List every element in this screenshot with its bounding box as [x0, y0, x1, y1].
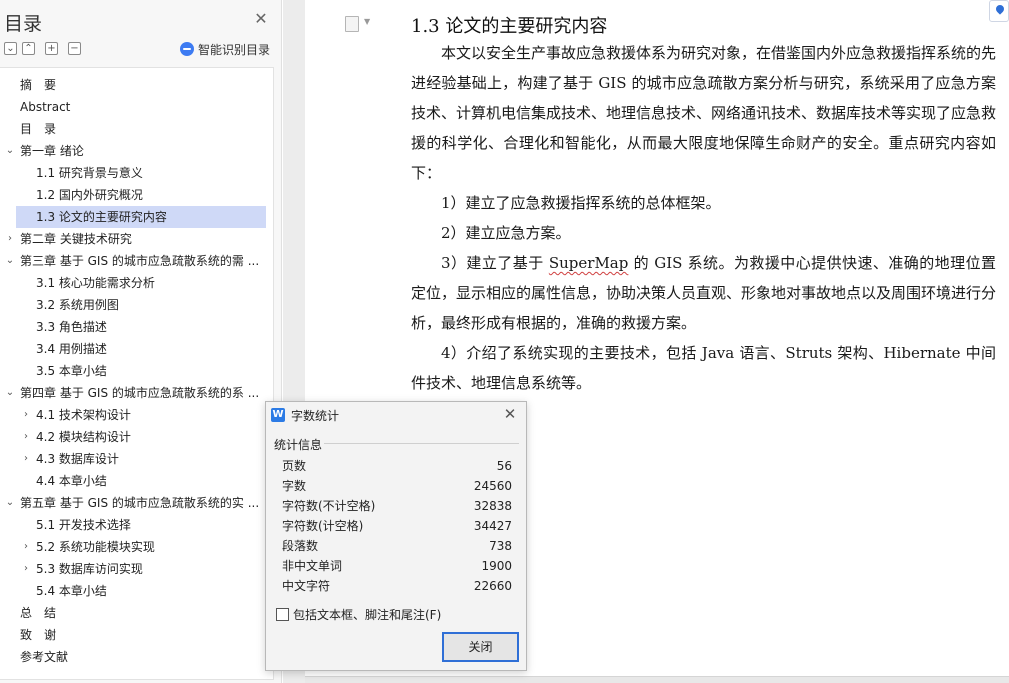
stat-label: 页数 — [282, 459, 307, 473]
outline-item[interactable]: 3.2 系统用例图 — [16, 294, 266, 316]
outline-item[interactable]: 4.4 本章小结 — [16, 470, 266, 492]
outline-item[interactable]: 5.4 本章小结 — [16, 580, 266, 602]
expand-all-icon[interactable]: ⌃ — [22, 42, 35, 55]
outline-item[interactable]: 5.2 系统功能模块实现 — [16, 536, 266, 558]
wps-app-icon: W — [271, 408, 285, 422]
outline-item[interactable]: 致 谢 — [16, 624, 266, 646]
outline-item[interactable]: 摘 要 — [16, 74, 266, 96]
smart-toc-button[interactable]: 智能识别目录 — [180, 40, 270, 58]
outline-item[interactable]: 1.1 研究背景与意义 — [16, 162, 266, 184]
close-icon[interactable]: ✕ — [253, 11, 269, 27]
page-icon[interactable] — [345, 16, 359, 32]
outline-item[interactable]: 4.1 技术架构设计 — [16, 404, 266, 426]
chevron-down-icon[interactable]: ⌄ — [5, 140, 15, 162]
add-heading-icon[interactable]: + — [45, 42, 58, 55]
remove-heading-icon[interactable]: − — [68, 42, 81, 55]
outline-item[interactable]: 3.4 用例描述 — [16, 338, 266, 360]
collapse-all-icon[interactable]: ⌄ — [4, 42, 17, 55]
dialog-titlebar[interactable]: W 字数统计 ✕ — [266, 402, 526, 428]
research-point-1[interactable]: 1）建立了应急救援指挥系统的总体框架。 — [411, 188, 996, 218]
spellcheck-flagged-word[interactable]: SuperMap — [549, 254, 629, 272]
outline-item[interactable]: Abstract — [16, 96, 266, 118]
stat-row: 字符数(不计空格) 32838 — [282, 496, 512, 516]
stat-label: 非中文单词 — [282, 559, 343, 573]
word-count-dialog: W 字数统计 ✕ 统计信息 页数 56 字数 24560 字符数(不计空格) 32838 字… — [265, 401, 527, 671]
horizontal-scrollbar[interactable] — [305, 676, 1009, 683]
stat-value: 22660 — [473, 579, 512, 593]
chevron-down-icon[interactable]: ⌄ — [5, 250, 15, 272]
stat-row: 非中文单词 1900 — [282, 556, 512, 576]
outline-pane: 目录 ✕ ⌄ ⌃ + − 智能识别目录 摘 要 Abstract 目 录 ⌄ 第一章 绪… — [0, 0, 282, 683]
stat-label: 字符数(计空格) — [282, 519, 364, 533]
stat-value: 24560 — [473, 479, 512, 493]
outline-item[interactable]: 总 结 — [16, 602, 266, 624]
stat-row: 页数 56 — [282, 456, 512, 476]
outline-item[interactable]: 1.2 国内外研究概况 — [16, 184, 266, 206]
chevron-down-icon[interactable]: ⌄ — [5, 382, 15, 404]
outline-item[interactable]: 第三章 基于 GIS 的城市应急疏散系统的需 ... — [16, 250, 266, 272]
outline-item[interactable]: 4.3 数据库设计 — [16, 448, 266, 470]
smart-recognize-icon — [180, 42, 194, 56]
outline-item[interactable]: 5.3 数据库访问实现 — [16, 558, 266, 580]
include-textbox-footnote-checkbox[interactable] — [276, 608, 289, 621]
outline-item[interactable]: 目 录 — [16, 118, 266, 140]
stat-value: 34427 — [473, 519, 512, 533]
smart-toc-label: 智能识别目录 — [198, 42, 271, 57]
outline-item[interactable]: 参考文献 — [16, 646, 266, 668]
stat-label: 字数 — [282, 479, 307, 493]
chevron-down-icon[interactable]: ▼ — [364, 17, 370, 26]
section-heading[interactable]: 1.3 论文的主要研究内容 — [411, 12, 607, 38]
dialog-title: 字数统计 — [291, 409, 340, 423]
stat-row: 字数 24560 — [282, 476, 512, 496]
stat-row: 中文字符 22660 — [282, 576, 512, 596]
research-point-3[interactable]: 3）建立了基于 SuperMap 的 GIS 系统。为救援中心提供快速、准确的地… — [411, 248, 996, 338]
stat-value: 32838 — [473, 499, 512, 513]
outline-item[interactable]: 1.3 论文的主要研究内容 — [16, 206, 266, 228]
stat-label: 段落数 — [282, 539, 319, 553]
outline-item[interactable]: 第二章 关键技术研究 — [16, 228, 266, 250]
intro-paragraph[interactable]: 本文以安全生产事故应急救援体系为研究对象，在借鉴国内外应急救援指挥系统的先进经验… — [411, 38, 996, 188]
chevron-down-icon[interactable]: ⌄ — [5, 492, 15, 514]
location-pin-icon[interactable] — [989, 0, 1009, 22]
outline-item[interactable]: 第一章 绪论 — [16, 140, 266, 162]
stats-group-label: 统计信息 — [274, 438, 323, 452]
outline-item[interactable]: 第四章 基于 GIS 的城市应急疏散系统的系 ... — [16, 382, 266, 404]
stat-value: 56 — [496, 459, 512, 473]
outline-title: 目录 — [4, 13, 43, 35]
stat-value: 1900 — [481, 559, 512, 573]
stat-row: 字符数(计空格) 34427 — [282, 516, 512, 536]
outline-item[interactable]: 3.3 角色描述 — [16, 316, 266, 338]
close-icon[interactable]: ✕ — [502, 406, 518, 422]
outline-item[interactable]: 4.2 模块结构设计 — [16, 426, 266, 448]
research-point-2[interactable]: 2）建立应急方案。 — [411, 218, 996, 248]
group-divider — [324, 443, 519, 444]
close-button[interactable]: 关闭 — [442, 632, 519, 662]
chevron-right-icon[interactable]: › — [5, 228, 15, 250]
outline-item[interactable]: 5.1 开发技术选择 — [16, 514, 266, 536]
outline-item[interactable]: 第五章 基于 GIS 的城市应急疏散系统的实 ... — [16, 492, 266, 514]
point3-text-start: 3）建立了基于 — [441, 254, 549, 272]
stat-label: 中文字符 — [282, 579, 331, 593]
stat-row: 段落数 738 — [282, 536, 512, 556]
outline-item[interactable]: 3.1 核心功能需求分析 — [16, 272, 266, 294]
research-point-4[interactable]: 4）介绍了系统实现的主要技术，包括 Java 语言、Struts 架构、Hibe… — [411, 338, 996, 398]
stat-label: 字符数(不计空格) — [282, 499, 376, 513]
include-textbox-footnote-label[interactable]: 包括文本框、脚注和尾注(F) — [293, 606, 441, 623]
stat-value: 738 — [489, 539, 512, 553]
outline-item[interactable]: 3.5 本章小结 — [16, 360, 266, 382]
